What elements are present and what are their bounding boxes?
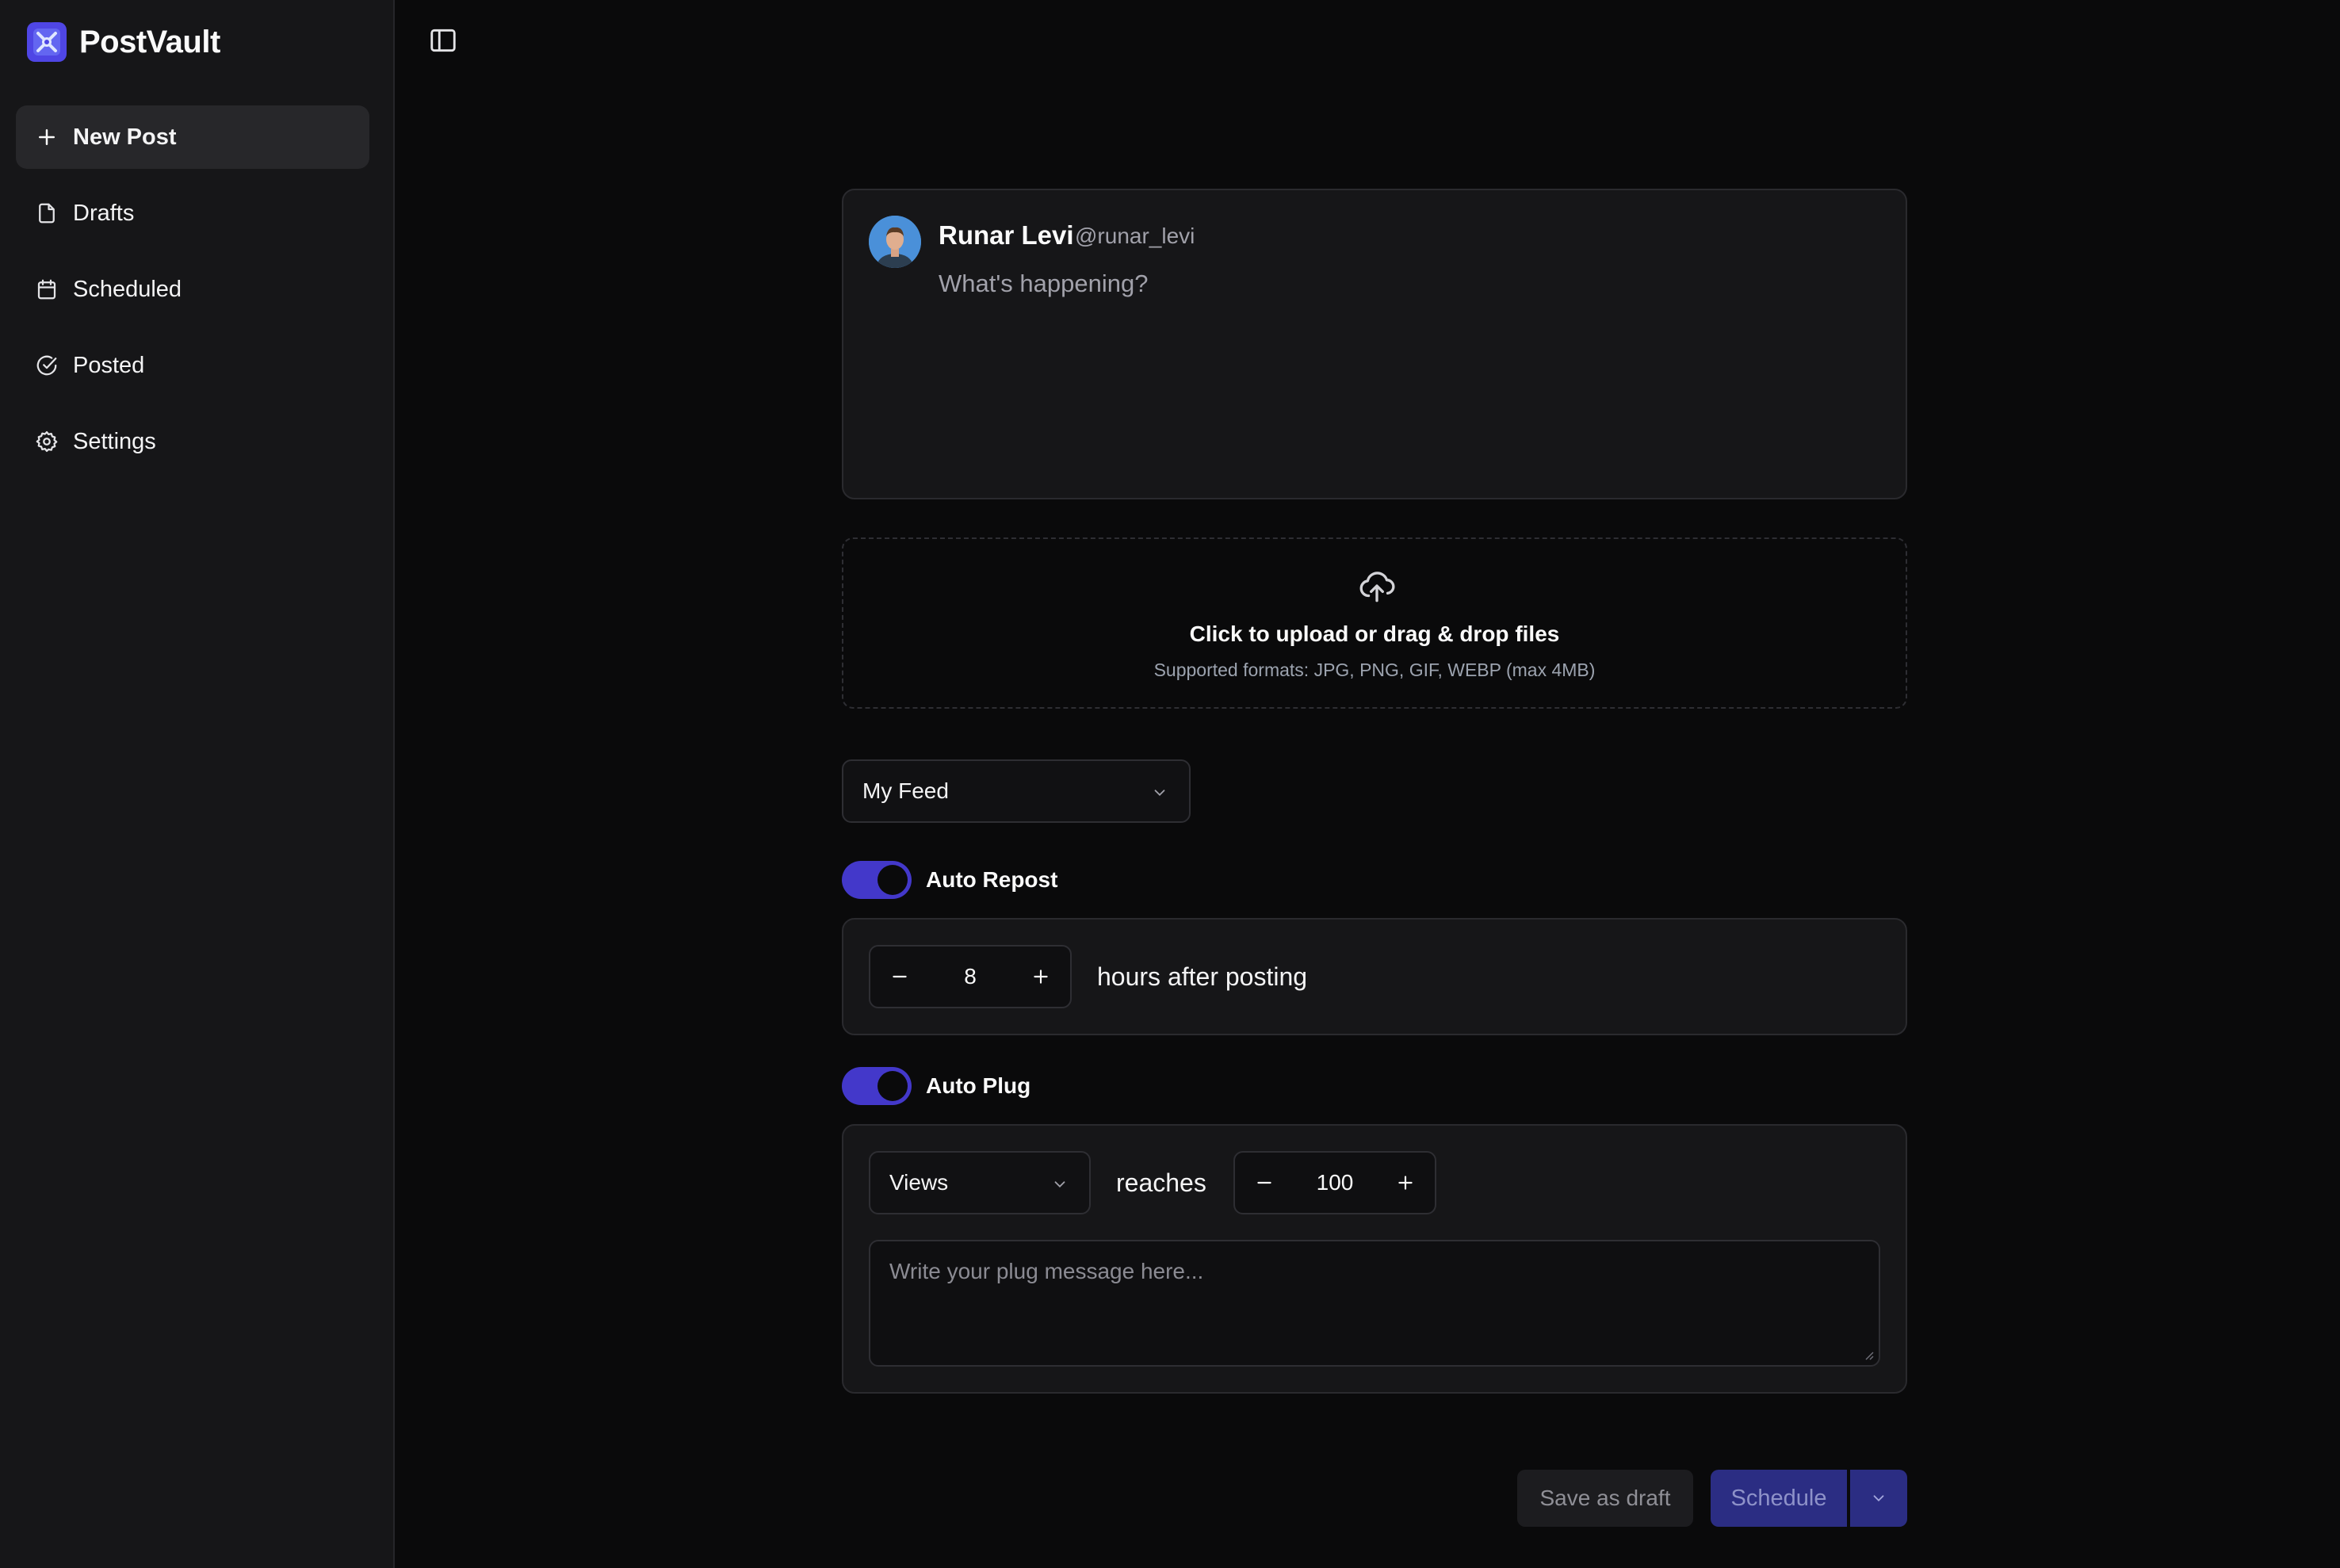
decrement-button[interactable] <box>888 965 912 989</box>
sidebar-item-label: New Post <box>73 124 177 150</box>
auto-plug-panel: Views reaches 100 Write your plug messag… <box>842 1124 1907 1394</box>
resize-grip-icon[interactable] <box>1861 1348 1874 1360</box>
upload-title: Click to upload or drag & drop files <box>1189 621 1560 646</box>
plug-metric-select[interactable]: Views <box>869 1151 1091 1214</box>
sidebar-nav: New Post Drafts Scheduled Posted Setting… <box>16 105 369 486</box>
auto-repost-panel: 8 hours after posting <box>842 918 1907 1035</box>
plug-message-input[interactable]: Write your plug message here... <box>869 1240 1880 1367</box>
chevron-down-icon <box>1154 790 1165 797</box>
minus-icon <box>1257 1181 1271 1184</box>
plug-message-placeholder: Write your plug message here... <box>889 1259 1204 1283</box>
decrement-button[interactable] <box>1252 1171 1276 1195</box>
brand[interactable]: PostVault <box>27 22 220 62</box>
plus-icon <box>1034 969 1048 984</box>
schedule-options-button[interactable] <box>1850 1470 1907 1527</box>
sidebar-item-settings[interactable]: Settings <box>16 410 369 473</box>
auto-plug-label: Auto Plug <box>926 1073 1031 1098</box>
repost-hours-suffix: hours after posting <box>1097 962 1308 991</box>
sidebar-item-label: Drafts <box>73 200 135 226</box>
auto-plug-row: Auto Plug <box>842 1067 1030 1105</box>
schedule-button[interactable]: Schedule <box>1711 1470 1847 1527</box>
sidebar-item-posted[interactable]: Posted <box>16 334 369 397</box>
auto-plug-toggle[interactable] <box>842 1067 912 1105</box>
sidebar-item-label: Scheduled <box>73 276 182 302</box>
post-composer: Runar Levi @runar_levi What's happening? <box>842 189 1907 499</box>
sidebar-toggle-icon[interactable] <box>428 25 458 55</box>
repost-hours-stepper: 8 <box>869 945 1072 1008</box>
app-logo-icon <box>27 22 67 62</box>
check-circle-icon <box>36 355 57 376</box>
plug-metric-value: Views <box>889 1170 949 1195</box>
repost-hours-value[interactable]: 8 <box>912 964 1029 989</box>
author-name: Runar Levi <box>939 220 1074 250</box>
plug-threshold-stepper: 100 <box>1233 1151 1436 1214</box>
app-name: PostVault <box>79 24 220 59</box>
sidebar-item-scheduled[interactable]: Scheduled <box>16 258 369 321</box>
file-icon <box>39 203 55 224</box>
plus-icon <box>39 129 55 145</box>
plug-connector-text: reaches <box>1116 1168 1206 1197</box>
calendar-icon <box>37 279 56 300</box>
minus-icon <box>893 975 907 978</box>
plug-threshold-value[interactable]: 100 <box>1276 1170 1394 1195</box>
plus-icon <box>1398 1176 1413 1190</box>
author-handle: @runar_levi <box>1075 224 1195 248</box>
cloud-upload-icon <box>1359 572 1395 602</box>
sidebar-item-label: Posted <box>73 352 145 378</box>
upload-formats: Supported formats: JPG, PNG, GIF, WEBP (… <box>1153 660 1596 680</box>
save-draft-button[interactable]: Save as draft <box>1517 1470 1693 1527</box>
file-upload-dropzone[interactable]: Click to upload or drag & drop files Sup… <box>842 537 1907 709</box>
feed-select-value: My Feed <box>862 778 949 803</box>
auto-repost-row: Auto Repost <box>842 861 1057 899</box>
chevron-down-icon <box>1873 1495 1884 1502</box>
gear-icon <box>36 431 58 452</box>
feed-select[interactable]: My Feed <box>842 759 1191 823</box>
sidebar-item-new-post[interactable]: New Post <box>16 105 369 169</box>
auto-repost-toggle[interactable] <box>842 861 912 899</box>
increment-button[interactable] <box>1394 1171 1417 1195</box>
sidebar-item-label: Settings <box>73 428 156 454</box>
chevron-down-icon <box>1054 1181 1065 1188</box>
sidebar-item-drafts[interactable]: Drafts <box>16 182 369 245</box>
post-text-input[interactable]: What's happening? <box>939 270 1148 298</box>
increment-button[interactable] <box>1029 965 1053 989</box>
avatar <box>869 216 921 268</box>
sidebar: PostVault New Post Drafts Scheduled Post… <box>0 0 395 1568</box>
auto-repost-label: Auto Repost <box>926 867 1058 892</box>
